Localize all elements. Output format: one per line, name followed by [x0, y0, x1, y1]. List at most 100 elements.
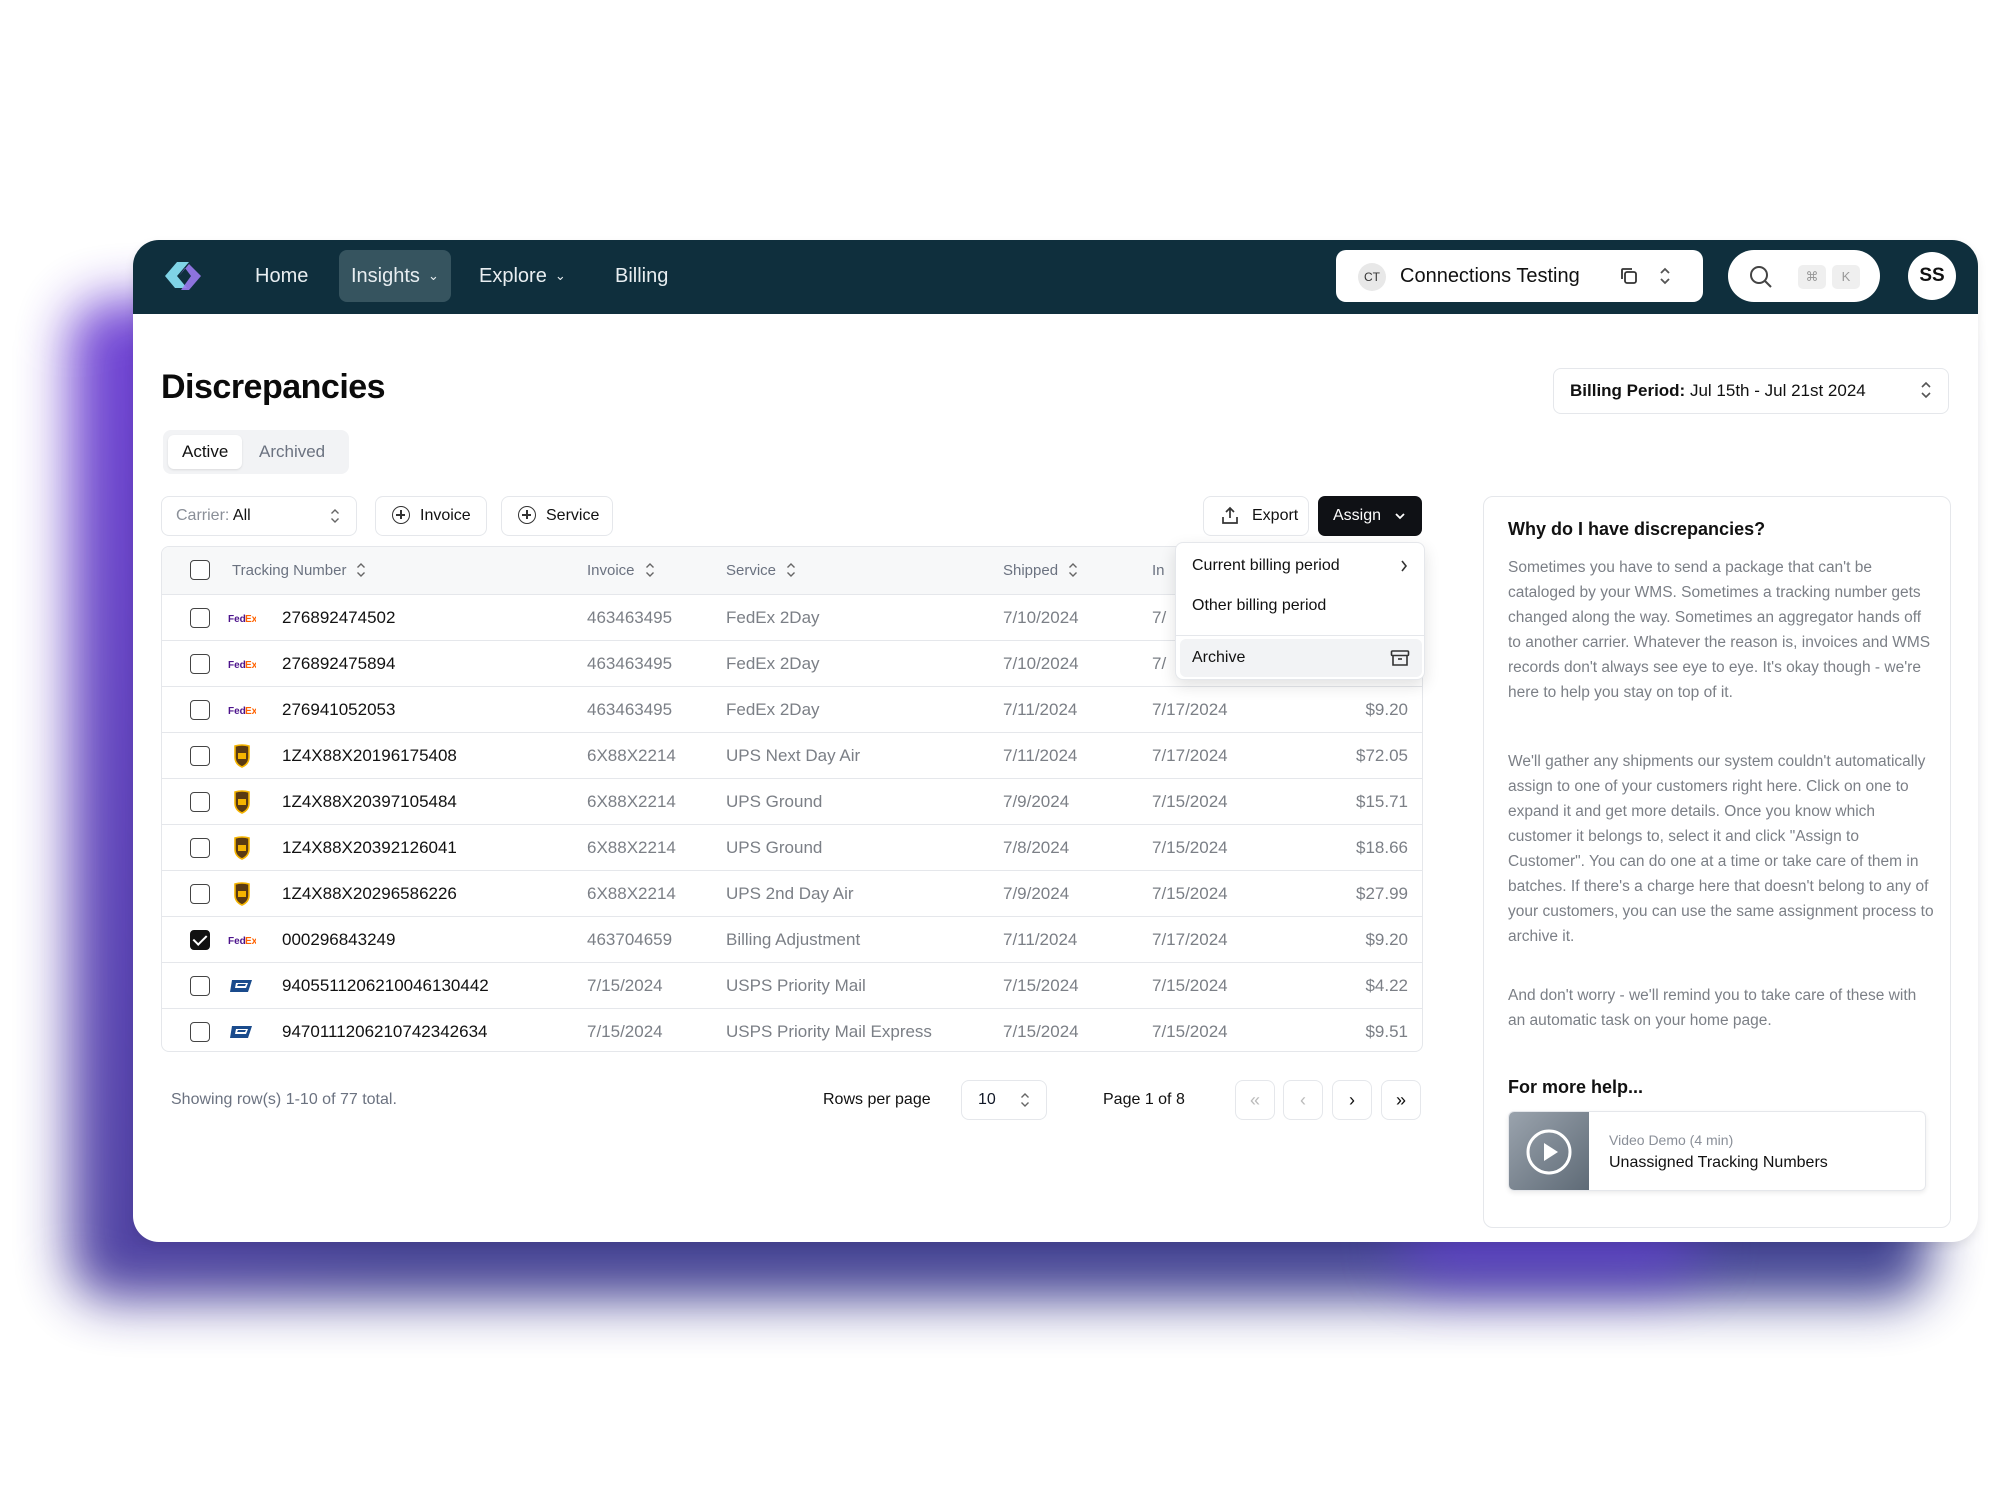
sort-icon: [1069, 563, 1078, 577]
video-demo-card[interactable]: Video Demo (4 min) Unassigned Tracking N…: [1508, 1111, 1926, 1191]
invoice-number: 463704659: [587, 930, 673, 949]
help-paragraph: And don't worry - we'll remind you to ta…: [1508, 987, 1917, 1029]
org-switcher[interactable]: CT Connections Testing: [1336, 250, 1703, 302]
invoice-number: 463463495: [587, 608, 673, 627]
add-invoice-filter-button[interactable]: Invoice: [375, 496, 487, 536]
table-row[interactable]: 1Z4X88X20392126041 6X88X2214 UPS Ground 7/8…: [162, 825, 1422, 871]
ups-logo-icon: [228, 836, 256, 860]
table-row[interactable]: 9470111206210742342634 7/15/2024 USPS Prio…: [162, 1009, 1422, 1051]
invoice-number: 6X88X2214: [587, 792, 676, 811]
kbd-cmd: ⌘: [1798, 265, 1826, 289]
next-page-button[interactable]: ›: [1332, 1080, 1372, 1120]
tab-active[interactable]: Active: [168, 435, 243, 469]
shipped-date: 7/8/2024: [1003, 838, 1070, 857]
chevron-left-icon: ‹: [1300, 1090, 1306, 1110]
copy-icon[interactable]: [1618, 265, 1640, 287]
tab-archived[interactable]: Archived: [245, 435, 339, 469]
shipped-date: 7/11/2024: [1003, 746, 1078, 765]
row-checkbox[interactable]: [190, 746, 210, 766]
menu-item-archive[interactable]: Archive: [1180, 639, 1422, 677]
column-service[interactable]: Service: [726, 547, 796, 595]
amount: $15.71: [1356, 792, 1408, 811]
table-row[interactable]: 1Z4X88X20196175408 6X88X2214 UPS Next Day …: [162, 733, 1422, 779]
column-shipped-label: Shipped: [1003, 562, 1059, 579]
add-service-filter-button[interactable]: Service: [501, 496, 613, 536]
ups-logo-icon: [228, 790, 256, 814]
shipped-date: 7/9/2024: [1003, 792, 1070, 811]
video-meta: Video Demo (4 min): [1609, 1132, 1734, 1148]
row-checkbox[interactable]: [190, 930, 210, 950]
nav-billing[interactable]: Billing: [603, 250, 680, 302]
last-page-button[interactable]: »: [1381, 1080, 1421, 1120]
carrier-filter[interactable]: Carrier: All: [161, 496, 357, 536]
column-invoice[interactable]: Invoice: [587, 547, 655, 595]
carrier-filter-value: All: [232, 507, 251, 524]
assign-button[interactable]: Assign: [1318, 496, 1422, 536]
menu-item-other-billing-period[interactable]: Other billing period: [1180, 587, 1422, 625]
table-row[interactable]: FedEx 000296843249 463704659 Billing Adjust…: [162, 917, 1422, 963]
row-checkbox[interactable]: [190, 700, 210, 720]
table-row[interactable]: 1Z4X88X20397105484 6X88X2214 UPS Ground 7/9…: [162, 779, 1422, 825]
invoiced-date: 7/15/2024: [1152, 884, 1228, 903]
svg-text:Fed: Fed: [228, 660, 246, 671]
sort-icon: [357, 563, 366, 577]
billing-period-select[interactable]: Billing Period: Jul 15th - Jul 21st 2024: [1553, 368, 1949, 414]
svg-text:Ex: Ex: [245, 660, 256, 671]
chevron-down-icon: ⌄: [554, 268, 566, 283]
row-checkbox[interactable]: [190, 792, 210, 812]
column-invoiced[interactable]: In: [1152, 547, 1165, 595]
table-row[interactable]: 1Z4X88X20296586226 6X88X2214 UPS 2nd Day A…: [162, 871, 1422, 917]
invoice-number: 6X88X2214: [587, 838, 676, 857]
row-checkbox[interactable]: [190, 1022, 210, 1042]
amount: $9.20: [1365, 930, 1408, 949]
svg-text:Fed: Fed: [228, 936, 246, 947]
service-name: USPS Priority Mail Express: [726, 1022, 932, 1041]
invoiced-date: 7/: [1152, 654, 1167, 673]
export-button[interactable]: Export: [1203, 496, 1309, 536]
table-row[interactable]: 9405511206210046130442 7/15/2024 USPS Prio…: [162, 963, 1422, 1009]
service-name: FedEx 2Day: [726, 700, 820, 719]
chevron-right-icon: [1401, 560, 1408, 572]
usps-logo-icon: [228, 1020, 256, 1044]
tracking-number: 276941052053: [282, 700, 396, 719]
assign-label: Assign: [1333, 507, 1382, 524]
amount: $27.99: [1356, 884, 1408, 903]
rows-per-page-select[interactable]: 10: [961, 1080, 1047, 1120]
nav-explore[interactable]: Explore ⌄: [467, 250, 578, 302]
row-checkbox[interactable]: [190, 884, 210, 904]
billing-period-value: Jul 15th - Jul 21st 2024: [1689, 381, 1866, 400]
menu-item-current-billing-period[interactable]: Current billing period: [1180, 547, 1422, 585]
shipped-date: 7/10/2024: [1003, 608, 1079, 627]
stage: Home Insights ⌄ Explore ⌄ Billing CT Conne…: [0, 0, 2000, 1500]
amount: $9.51: [1365, 1022, 1408, 1041]
select-all-checkbox[interactable]: [190, 560, 210, 580]
chevron-up-down-icon: [331, 509, 339, 523]
search-button[interactable]: ⌘ K: [1728, 250, 1880, 302]
svg-text:Fed: Fed: [228, 614, 246, 625]
kbd-k: K: [1832, 265, 1860, 289]
first-page-button[interactable]: «: [1235, 1080, 1275, 1120]
row-checkbox[interactable]: [190, 976, 210, 996]
avatar[interactable]: SS: [1908, 252, 1956, 300]
invoiced-date: 7/17/2024: [1152, 700, 1228, 719]
nav-home[interactable]: Home: [243, 250, 320, 302]
table-row[interactable]: FedEx 276941052053 463463495 FedEx 2Day 7/11…: [162, 687, 1422, 733]
row-checkbox[interactable]: [190, 838, 210, 858]
column-service-label: Service: [726, 562, 777, 579]
invoice-number: 7/15/2024: [587, 976, 663, 995]
tracking-number: 276892475894: [282, 654, 396, 673]
search-icon: [1750, 266, 1772, 288]
play-icon: [1526, 1129, 1572, 1175]
row-checkbox[interactable]: [190, 608, 210, 628]
column-shipped[interactable]: Shipped: [1003, 547, 1078, 595]
row-checkbox[interactable]: [190, 654, 210, 674]
nav-insights[interactable]: Insights ⌄: [339, 250, 451, 302]
column-tracking-number[interactable]: Tracking Number: [232, 547, 366, 595]
sort-icon: [645, 563, 654, 577]
invoiced-date: 7/17/2024: [1152, 746, 1228, 765]
amount: $18.66: [1356, 838, 1408, 857]
help-panel: Why do I have discrepancies? Sometimes y…: [1483, 496, 1951, 1228]
service-name: UPS Ground: [726, 838, 823, 857]
previous-page-button[interactable]: ‹: [1283, 1080, 1323, 1120]
logo-icon[interactable]: [159, 254, 207, 298]
